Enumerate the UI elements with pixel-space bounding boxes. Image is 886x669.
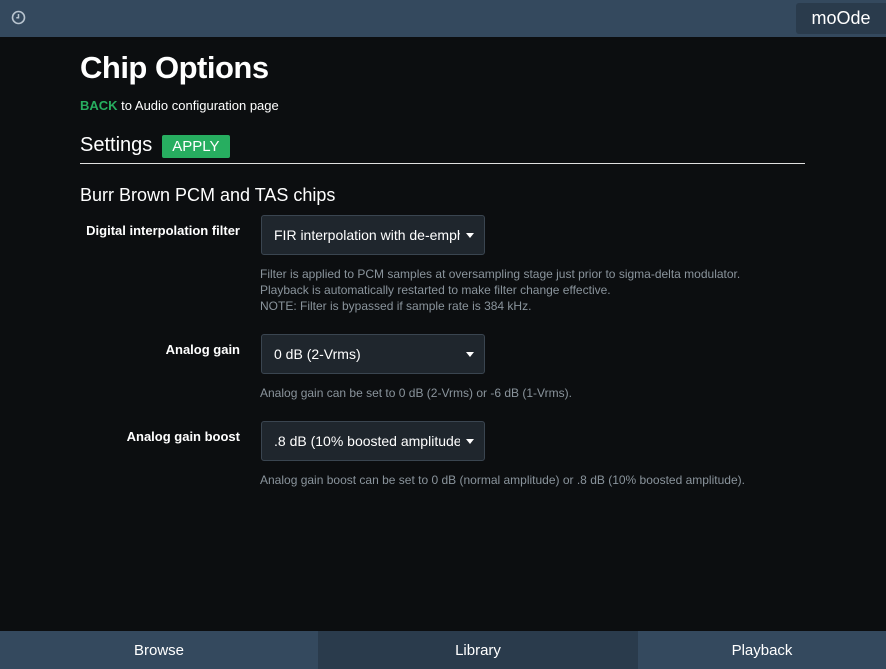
top-bar: moOde	[0, 0, 886, 37]
analog-gain-select[interactable]: 0 dB (2-Vrms)	[261, 334, 485, 374]
caret-down-icon	[466, 232, 474, 238]
brand-logo[interactable]: moOde	[796, 3, 886, 34]
help-line: Analog gain boost can be set to 0 dB (no…	[260, 473, 745, 487]
help-text-analog-gain: Analog gain can be set to 0 dB (2-Vrms) …	[260, 385, 572, 401]
caret-down-icon	[466, 438, 474, 444]
help-text-interpolation-filter: Filter is applied to PCM samples at over…	[260, 266, 740, 314]
help-line: Analog gain can be set to 0 dB (2-Vrms) …	[260, 386, 572, 400]
section-title: Burr Brown PCM and TAS chips	[80, 185, 336, 205]
interpolation-filter-select[interactable]: FIR interpolation with de-emphasis	[261, 215, 485, 255]
tab-browse[interactable]: Browse	[0, 631, 318, 669]
help-line: NOTE: Filter is bypassed if sample rate …	[260, 299, 532, 313]
settings-header: Settings APPLY	[80, 133, 805, 164]
back-link[interactable]: BACK	[80, 98, 118, 113]
select-value: .8 dB (10% boosted amplitude)	[274, 433, 460, 449]
select-value: FIR interpolation with de-emphasis	[274, 227, 460, 243]
back-line: BACK to Audio configuration page	[80, 98, 279, 113]
field-label-analog-gain-boost: Analog gain boost	[126, 429, 240, 444]
settings-label: Settings	[80, 134, 153, 156]
help-line: Playback is automatically restarted to m…	[260, 283, 611, 297]
help-line: Filter is applied to PCM samples at over…	[260, 267, 741, 281]
footer-tabs: Browse Library Playback	[0, 631, 886, 669]
help-text-analog-gain-boost: Analog gain boost can be set to 0 dB (no…	[260, 472, 745, 488]
tab-library[interactable]: Library	[318, 631, 638, 669]
back-description: to Audio configuration page	[117, 98, 279, 113]
field-label-analog-gain: Analog gain	[165, 342, 240, 357]
analog-gain-boost-select[interactable]: .8 dB (10% boosted amplitude)	[261, 421, 485, 461]
clock-icon[interactable]	[11, 10, 26, 25]
tab-playback[interactable]: Playback	[638, 631, 886, 669]
select-value: 0 dB (2-Vrms)	[274, 346, 361, 362]
apply-button[interactable]: APPLY	[162, 135, 230, 158]
caret-down-icon	[466, 351, 474, 357]
field-label-interpolation-filter: Digital interpolation filter	[86, 223, 240, 238]
page-title: Chip Options	[80, 50, 269, 85]
